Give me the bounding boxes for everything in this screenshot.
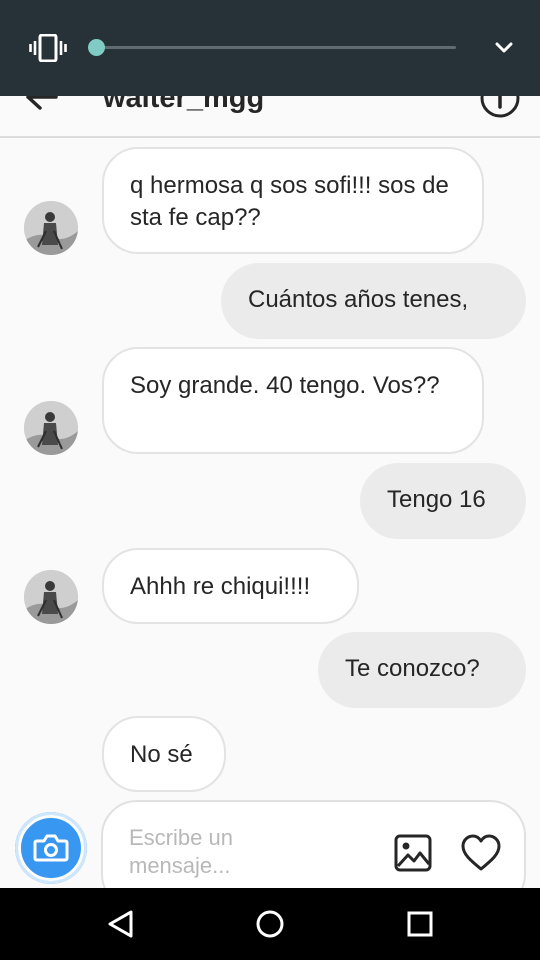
camera-button[interactable] — [15, 812, 87, 884]
message-sent[interactable]: Cuántos años tenes, — [221, 263, 526, 339]
message-received[interactable]: No sé — [102, 716, 226, 792]
vibrate-icon[interactable] — [29, 34, 67, 62]
system-nav-bar — [0, 888, 540, 960]
message-sent[interactable]: Te conozco? — [318, 632, 526, 708]
message-received[interactable]: Soy grande. 40 tengo. Vos?? — [102, 347, 484, 454]
chevron-down-icon[interactable] — [494, 40, 514, 56]
triangle-back-icon[interactable] — [106, 909, 136, 939]
message-received[interactable]: q hermosa q sos sofi!!! sos de sta fe ca… — [102, 147, 484, 254]
profile-photo-icon — [24, 570, 78, 624]
volume-slider-thumb[interactable] — [88, 39, 105, 56]
avatar[interactable] — [24, 201, 78, 255]
volume-panel — [0, 0, 540, 96]
circle-home-icon[interactable] — [255, 909, 285, 939]
camera-icon — [33, 834, 69, 862]
volume-slider[interactable] — [88, 39, 456, 56]
message-sent[interactable]: Tengo 16 — [360, 463, 526, 539]
profile-photo-icon — [24, 201, 78, 255]
message-input[interactable]: Escribe un mensaje... — [129, 824, 279, 880]
heart-icon[interactable] — [460, 833, 502, 873]
avatar[interactable] — [24, 570, 78, 624]
message-received[interactable]: Ahhh re chiqui!!!! — [102, 548, 359, 624]
profile-photo-icon — [24, 401, 78, 455]
avatar[interactable] — [24, 401, 78, 455]
image-icon[interactable] — [394, 834, 432, 872]
square-recents-icon[interactable] — [406, 910, 434, 938]
